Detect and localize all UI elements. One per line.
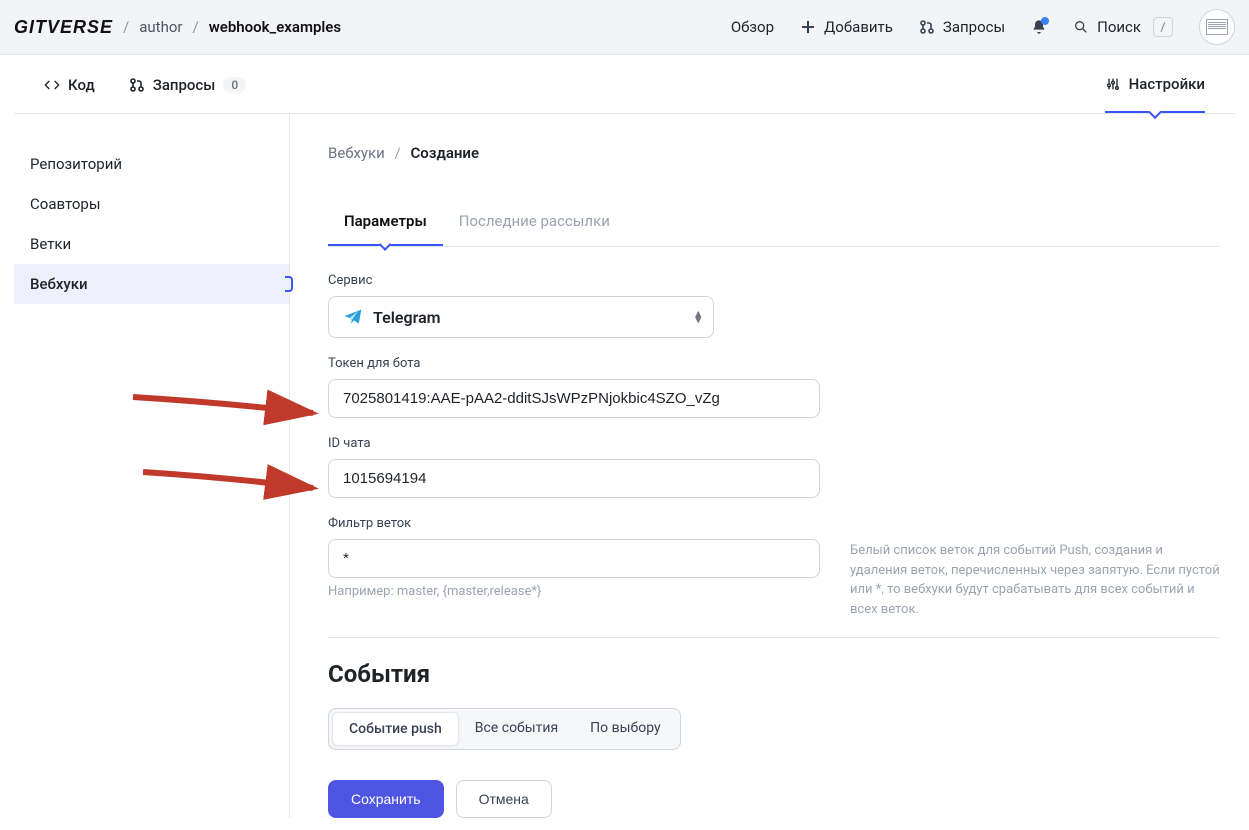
nav-requests-label: Запросы [943, 18, 1005, 36]
crumb-sep: / [113, 18, 139, 36]
bc-sep: / [389, 144, 407, 162]
sidebar-item-branches[interactable]: Ветки [14, 224, 289, 264]
token-input[interactable] [328, 379, 820, 418]
events-title: События [328, 660, 1220, 688]
tab-code[interactable]: Код [44, 76, 95, 112]
chat-input[interactable] [328, 459, 820, 498]
topbar: GITVERSE / author / webhook_examples Обз… [0, 0, 1249, 55]
nav-search[interactable]: Поиск / [1073, 17, 1173, 37]
inner-tab-params[interactable]: Параметры [328, 202, 443, 246]
service-select[interactable]: Telegram ▴▾ [328, 296, 714, 338]
nav-notifications[interactable] [1031, 19, 1047, 35]
pull-request-icon [919, 19, 935, 35]
code-icon [44, 77, 60, 93]
cancel-button[interactable]: Отмена [456, 780, 552, 818]
nav-overview-label: Обзор [731, 18, 774, 36]
notification-dot [1041, 17, 1049, 25]
nav-requests[interactable]: Запросы [919, 18, 1005, 36]
sidebar-item-repository[interactable]: Репозиторий [14, 144, 289, 184]
seg-all[interactable]: Все события [459, 712, 574, 746]
service-label: Сервис [328, 273, 714, 288]
bc-webhooks[interactable]: Вебхуки [328, 144, 385, 162]
tab-settings[interactable]: Настройки [1105, 75, 1205, 113]
seg-custom[interactable]: По выбору [574, 712, 676, 746]
chevron-updown-icon: ▴▾ [695, 311, 701, 323]
filter-label: Фильтр веток [328, 516, 1220, 531]
service-value: Telegram [373, 308, 441, 327]
seg-push[interactable]: Событие push [332, 712, 459, 746]
tab-code-label: Код [68, 76, 95, 94]
filter-input[interactable] [328, 539, 820, 578]
sliders-icon [1105, 76, 1121, 92]
sidebar-item-webhooks[interactable]: Вебхуки [14, 264, 289, 304]
inner-tabs: Параметры Последние рассылки [328, 202, 1220, 247]
page-breadcrumb: Вебхуки / Создание [328, 144, 1220, 162]
tab-requests[interactable]: Запросы 0 [129, 76, 246, 112]
token-label: Токен для бота [328, 356, 820, 371]
section-divider [328, 637, 1220, 638]
filter-help-text: Белый список веток для событий Push, соз… [850, 539, 1220, 619]
nav-add[interactable]: Добавить [800, 18, 893, 36]
nav-overview[interactable]: Обзор [731, 18, 774, 36]
chat-label: ID чата [328, 436, 820, 451]
breadcrumb-repo[interactable]: webhook_examples [209, 18, 341, 36]
filter-example: Например: master, {master,release*} [328, 584, 820, 599]
nav-search-label: Поиск [1097, 18, 1141, 36]
save-button[interactable]: Сохранить [328, 780, 444, 818]
sidebar-item-collaborators[interactable]: Соавторы [14, 184, 289, 224]
avatar-image [1206, 19, 1228, 35]
plus-icon [800, 19, 816, 35]
events-segmented: Событие push Все события По выбору [328, 708, 681, 750]
bc-create: Создание [410, 144, 479, 162]
sidebar: Репозиторий Соавторы Ветки Вебхуки [14, 114, 290, 818]
repo-nav: Код Запросы 0 Настройки [14, 55, 1235, 114]
crumb-sep: / [182, 18, 208, 36]
telegram-icon [343, 307, 363, 327]
breadcrumb-author[interactable]: author [139, 18, 182, 36]
search-icon [1073, 19, 1089, 35]
requests-count-badge: 0 [223, 77, 246, 93]
main-content: Вебхуки / Создание Параметры Последние р… [290, 114, 1220, 818]
nav-add-label: Добавить [824, 18, 893, 36]
logo[interactable]: GITVERSE [14, 17, 113, 38]
tab-requests-label: Запросы [153, 76, 216, 94]
avatar[interactable] [1199, 9, 1235, 45]
tab-settings-label: Настройки [1129, 75, 1205, 93]
inner-tab-recent[interactable]: Последние рассылки [443, 202, 626, 246]
pull-request-icon [129, 77, 145, 93]
search-shortcut: / [1153, 17, 1173, 37]
